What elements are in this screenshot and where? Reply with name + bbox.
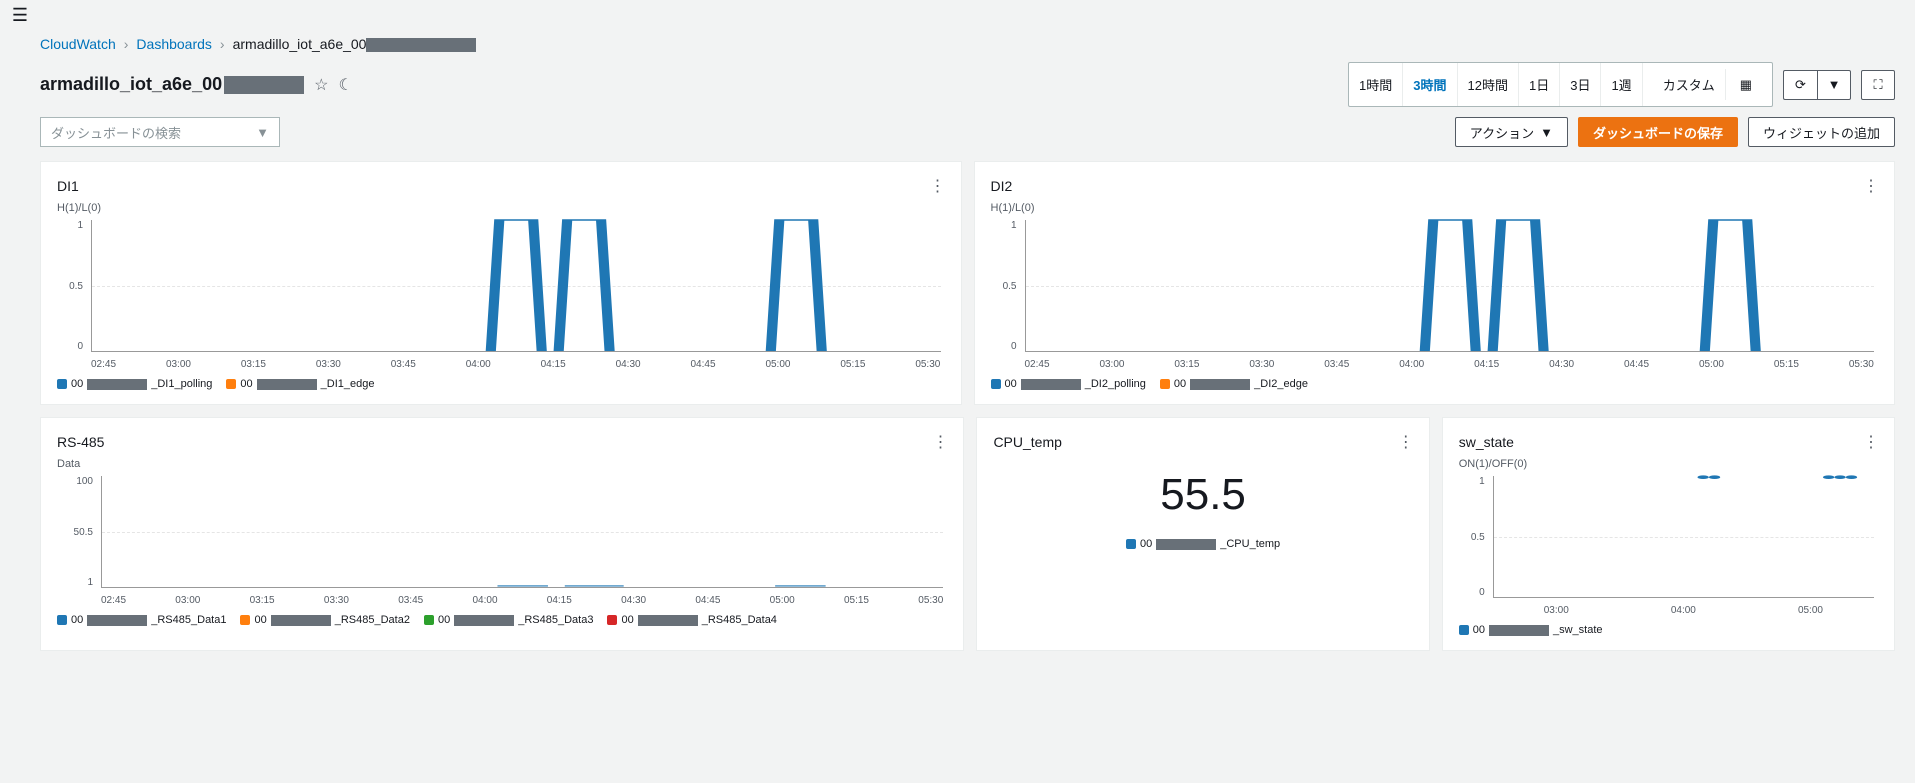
add-widget-button[interactable]: ウィジェットの追加 (1748, 117, 1895, 147)
chevron-right-icon: › (124, 36, 129, 52)
chevron-down-icon: ▼ (1540, 125, 1553, 140)
widget-subtitle: ON(1)/OFF(0) (1459, 458, 1878, 470)
rs485-chart[interactable]: 10050.51 02:4503:0003:1503:3003:4504:000… (57, 476, 947, 606)
time-range-picker: 1時間 3時間 12時間 1日 3日 1週 カスタム ▦ (1348, 62, 1773, 107)
widget-title: sw_state (1459, 434, 1514, 450)
calendar-icon: ▦ (1730, 71, 1762, 99)
widget-subtitle: H(1)/L(0) (991, 202, 1879, 214)
time-tab-3h[interactable]: 3時間 (1403, 63, 1457, 106)
widget-sw-state: sw_state ⋮ ON(1)/OFF(0) 10.50 03:0004:00… (1442, 417, 1895, 651)
legend-item[interactable]: 00_RS485_Data1 (57, 614, 226, 626)
legend-item[interactable]: 00_DI1_polling (57, 378, 212, 390)
widget-di2: DI2 ⋮ H(1)/L(0) 10.50 02:4503:0003:1503:… (974, 161, 1896, 405)
hamburger-icon[interactable]: ☰ (0, 5, 40, 26)
save-dashboard-button[interactable]: ダッシュボードの保存 (1578, 117, 1738, 147)
legend-item[interactable]: 00_DI2_edge (1160, 378, 1308, 390)
widget-menu-icon[interactable]: ⋮ (930, 176, 945, 196)
widget-subtitle: H(1)/L(0) (57, 202, 945, 214)
widget-cpu-temp: CPU_temp ⋮ 55.5 00_CPU_temp (976, 417, 1429, 651)
dashboard-search[interactable]: ダッシュボードの検索 ▼ (40, 117, 280, 147)
dashboard-search-placeholder: ダッシュボードの検索 (51, 123, 181, 142)
widget-menu-icon[interactable]: ⋮ (1398, 432, 1413, 452)
time-tab-3d[interactable]: 3日 (1560, 63, 1601, 106)
legend-item[interactable]: 00_DI2_polling (991, 378, 1146, 390)
time-tab-12h[interactable]: 12時間 (1458, 63, 1519, 106)
widget-subtitle: Data (57, 458, 947, 470)
legend-item[interactable]: 00_RS485_Data3 (424, 614, 593, 626)
widget-title: DI1 (57, 178, 79, 194)
legend-item[interactable]: 00_RS485_Data2 (240, 614, 409, 626)
chevron-down-icon: ▼ (256, 125, 269, 140)
refresh-dropdown-button[interactable]: ▼ (1817, 70, 1851, 100)
widget-menu-icon[interactable]: ⋮ (932, 432, 947, 452)
cpu-temp-value: 55.5 (993, 458, 1412, 530)
di1-chart[interactable]: 10.50 02:4503:0003:1503:3003:4504:0004:1… (57, 220, 945, 370)
breadcrumb-current: armadillo_iot_a6e_00 (233, 36, 477, 52)
legend-item[interactable]: 00_CPU_temp (1126, 538, 1280, 550)
refresh-button[interactable]: ⟳ (1783, 70, 1817, 100)
time-tab-custom[interactable]: カスタム ▦ (1643, 63, 1772, 106)
widget-title: RS-485 (57, 434, 104, 450)
moon-icon[interactable]: ☾ (338, 75, 352, 95)
sw-state-chart[interactable]: 10.50 03:0004:0005:00 (1459, 476, 1878, 616)
legend-item[interactable]: 00_RS485_Data4 (607, 614, 776, 626)
legend-item[interactable]: 00_sw_state (1459, 624, 1603, 636)
breadcrumb: CloudWatch › Dashboards › armadillo_iot_… (40, 30, 1895, 62)
widget-menu-icon[interactable]: ⋮ (1863, 432, 1878, 452)
widget-menu-icon[interactable]: ⋮ (1863, 176, 1878, 196)
breadcrumb-dashboards[interactable]: Dashboards (136, 36, 212, 52)
widget-title: CPU_temp (993, 434, 1061, 450)
widget-title: DI2 (991, 178, 1013, 194)
time-tab-1w[interactable]: 1週 (1601, 63, 1642, 106)
widget-di1: DI1 ⋮ H(1)/L(0) 10.50 02:4503:0003:1503:… (40, 161, 962, 405)
breadcrumb-cloudwatch[interactable]: CloudWatch (40, 36, 116, 52)
di2-chart[interactable]: 10.50 02:4503:0003:1503:3003:4504:0004:1… (991, 220, 1879, 370)
fullscreen-button[interactable]: ⛶ (1861, 70, 1895, 100)
time-tab-1h[interactable]: 1時間 (1349, 63, 1403, 106)
chevron-right-icon: › (220, 36, 225, 52)
legend-item[interactable]: 00_DI1_edge (226, 378, 374, 390)
star-icon[interactable]: ☆ (314, 75, 328, 95)
page-title: armadillo_iot_a6e_00 (40, 74, 304, 95)
time-tab-1d[interactable]: 1日 (1519, 63, 1560, 106)
widget-rs485: RS-485 ⋮ Data 10050.51 02:4503:0003:1503… (40, 417, 964, 651)
actions-button[interactable]: アクション ▼ (1455, 117, 1568, 147)
